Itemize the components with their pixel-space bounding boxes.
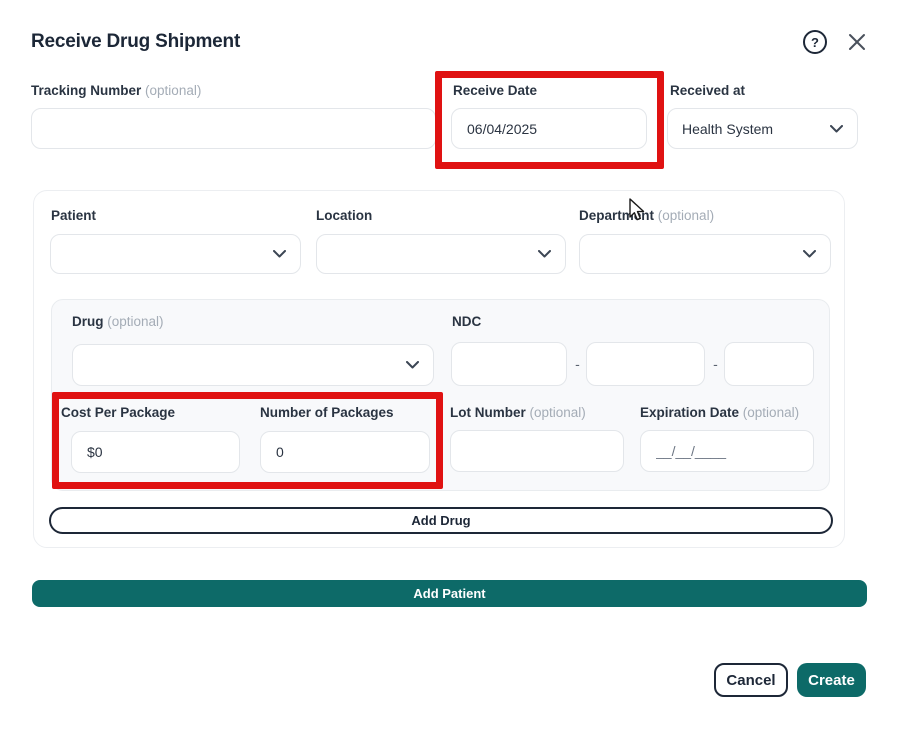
ndc-dash: - [571, 342, 584, 386]
lot-number-optional: (optional) [530, 405, 586, 420]
add-drug-button[interactable]: Add Drug [49, 507, 833, 534]
expiration-date-input[interactable] [640, 430, 814, 472]
number-of-packages-input[interactable] [260, 431, 430, 473]
receive-date-input[interactable] [451, 108, 647, 149]
add-patient-button[interactable]: Add Patient [32, 580, 867, 607]
ndc-segment-2-input[interactable] [586, 342, 705, 386]
help-icon[interactable]: ? [803, 30, 827, 54]
chevron-down-icon [803, 250, 816, 258]
cost-per-package-label: Cost Per Package [61, 405, 175, 420]
department-select[interactable] [579, 234, 831, 274]
patient-select[interactable] [50, 234, 301, 274]
create-button[interactable]: Create [797, 663, 866, 697]
drug-label: Drug (optional) [72, 314, 164, 329]
help-icon-glyph: ? [811, 35, 819, 50]
expiration-date-optional: (optional) [743, 405, 799, 420]
location-select[interactable] [316, 234, 566, 274]
drug-card: Drug (optional) NDC - - Cost Per Package… [51, 299, 830, 491]
chevron-down-icon [538, 250, 551, 258]
chevron-down-icon [406, 361, 419, 369]
ndc-label: NDC [452, 314, 481, 329]
ndc-dash: - [709, 342, 722, 386]
chevron-down-icon [830, 125, 843, 133]
lot-number-input[interactable] [450, 430, 624, 472]
expiration-date-label: Expiration Date (optional) [640, 405, 799, 420]
tracking-number-input[interactable] [31, 108, 436, 149]
close-icon[interactable] [846, 31, 868, 53]
tracking-number-label: Tracking Number (optional) [31, 83, 201, 98]
ndc-segment-3-input[interactable] [724, 342, 814, 386]
patient-label: Patient [51, 208, 96, 223]
drug-optional: (optional) [107, 314, 163, 329]
cancel-button[interactable]: Cancel [714, 663, 788, 697]
tracking-number-optional: (optional) [145, 83, 201, 98]
page-title: Receive Drug Shipment [31, 31, 240, 53]
cost-per-package-input[interactable] [71, 431, 240, 473]
drug-select[interactable] [72, 344, 434, 386]
number-of-packages-label: Number of Packages [260, 405, 394, 420]
ndc-segment-1-input[interactable] [451, 342, 567, 386]
received-at-label: Received at [670, 83, 745, 98]
department-label: Department (optional) [579, 208, 714, 223]
receive-drug-shipment-dialog: Receive Drug Shipment ? Tracking Number … [0, 0, 897, 729]
department-optional: (optional) [658, 208, 714, 223]
location-label: Location [316, 208, 372, 223]
received-at-value: Health System [682, 121, 773, 137]
chevron-down-icon [273, 250, 286, 258]
patient-card: Patient Location Department (optional) [33, 190, 845, 548]
receive-date-label: Receive Date [453, 83, 537, 98]
lot-number-label: Lot Number (optional) [450, 405, 586, 420]
received-at-select[interactable]: Health System [667, 108, 858, 149]
